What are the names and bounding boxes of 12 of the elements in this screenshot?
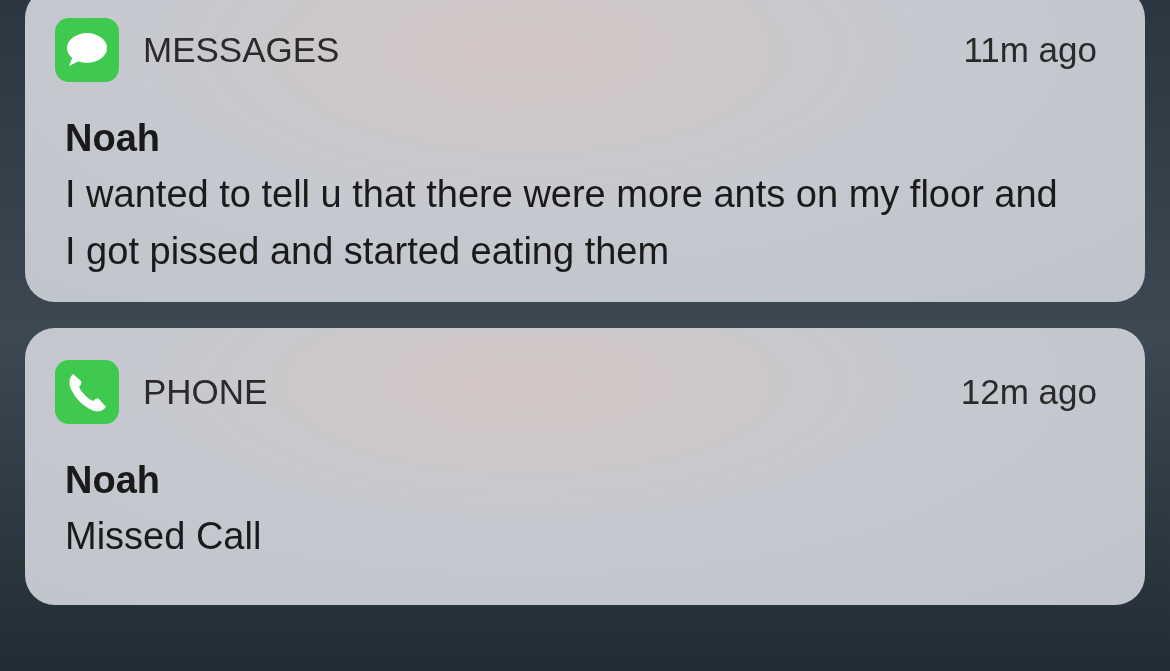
sender-name: Noah — [65, 458, 161, 503]
timestamp: 12m ago — [960, 372, 1097, 412]
timestamp: 11m ago — [963, 30, 1097, 70]
phone-icon — [55, 360, 119, 424]
app-name: MESSAGES — [143, 30, 340, 70]
notification-card[interactable]: PHONE 12m ago Noah Missed Call — [25, 328, 1145, 605]
speech-bubble-icon — [55, 18, 119, 82]
app-name: PHONE — [143, 372, 268, 412]
notification-card[interactable]: MESSAGES 11m ago Noah I wanted to tell u that there were more ants on my floor and I got pissed and started eating them — [25, 0, 1145, 302]
message-text: Missed Call — [65, 514, 263, 559]
sender-name: Noah — [65, 116, 161, 161]
message-text: I wanted to tell u that there were more ants on my floor and I got pissed and started eating them — [65, 172, 1059, 274]
